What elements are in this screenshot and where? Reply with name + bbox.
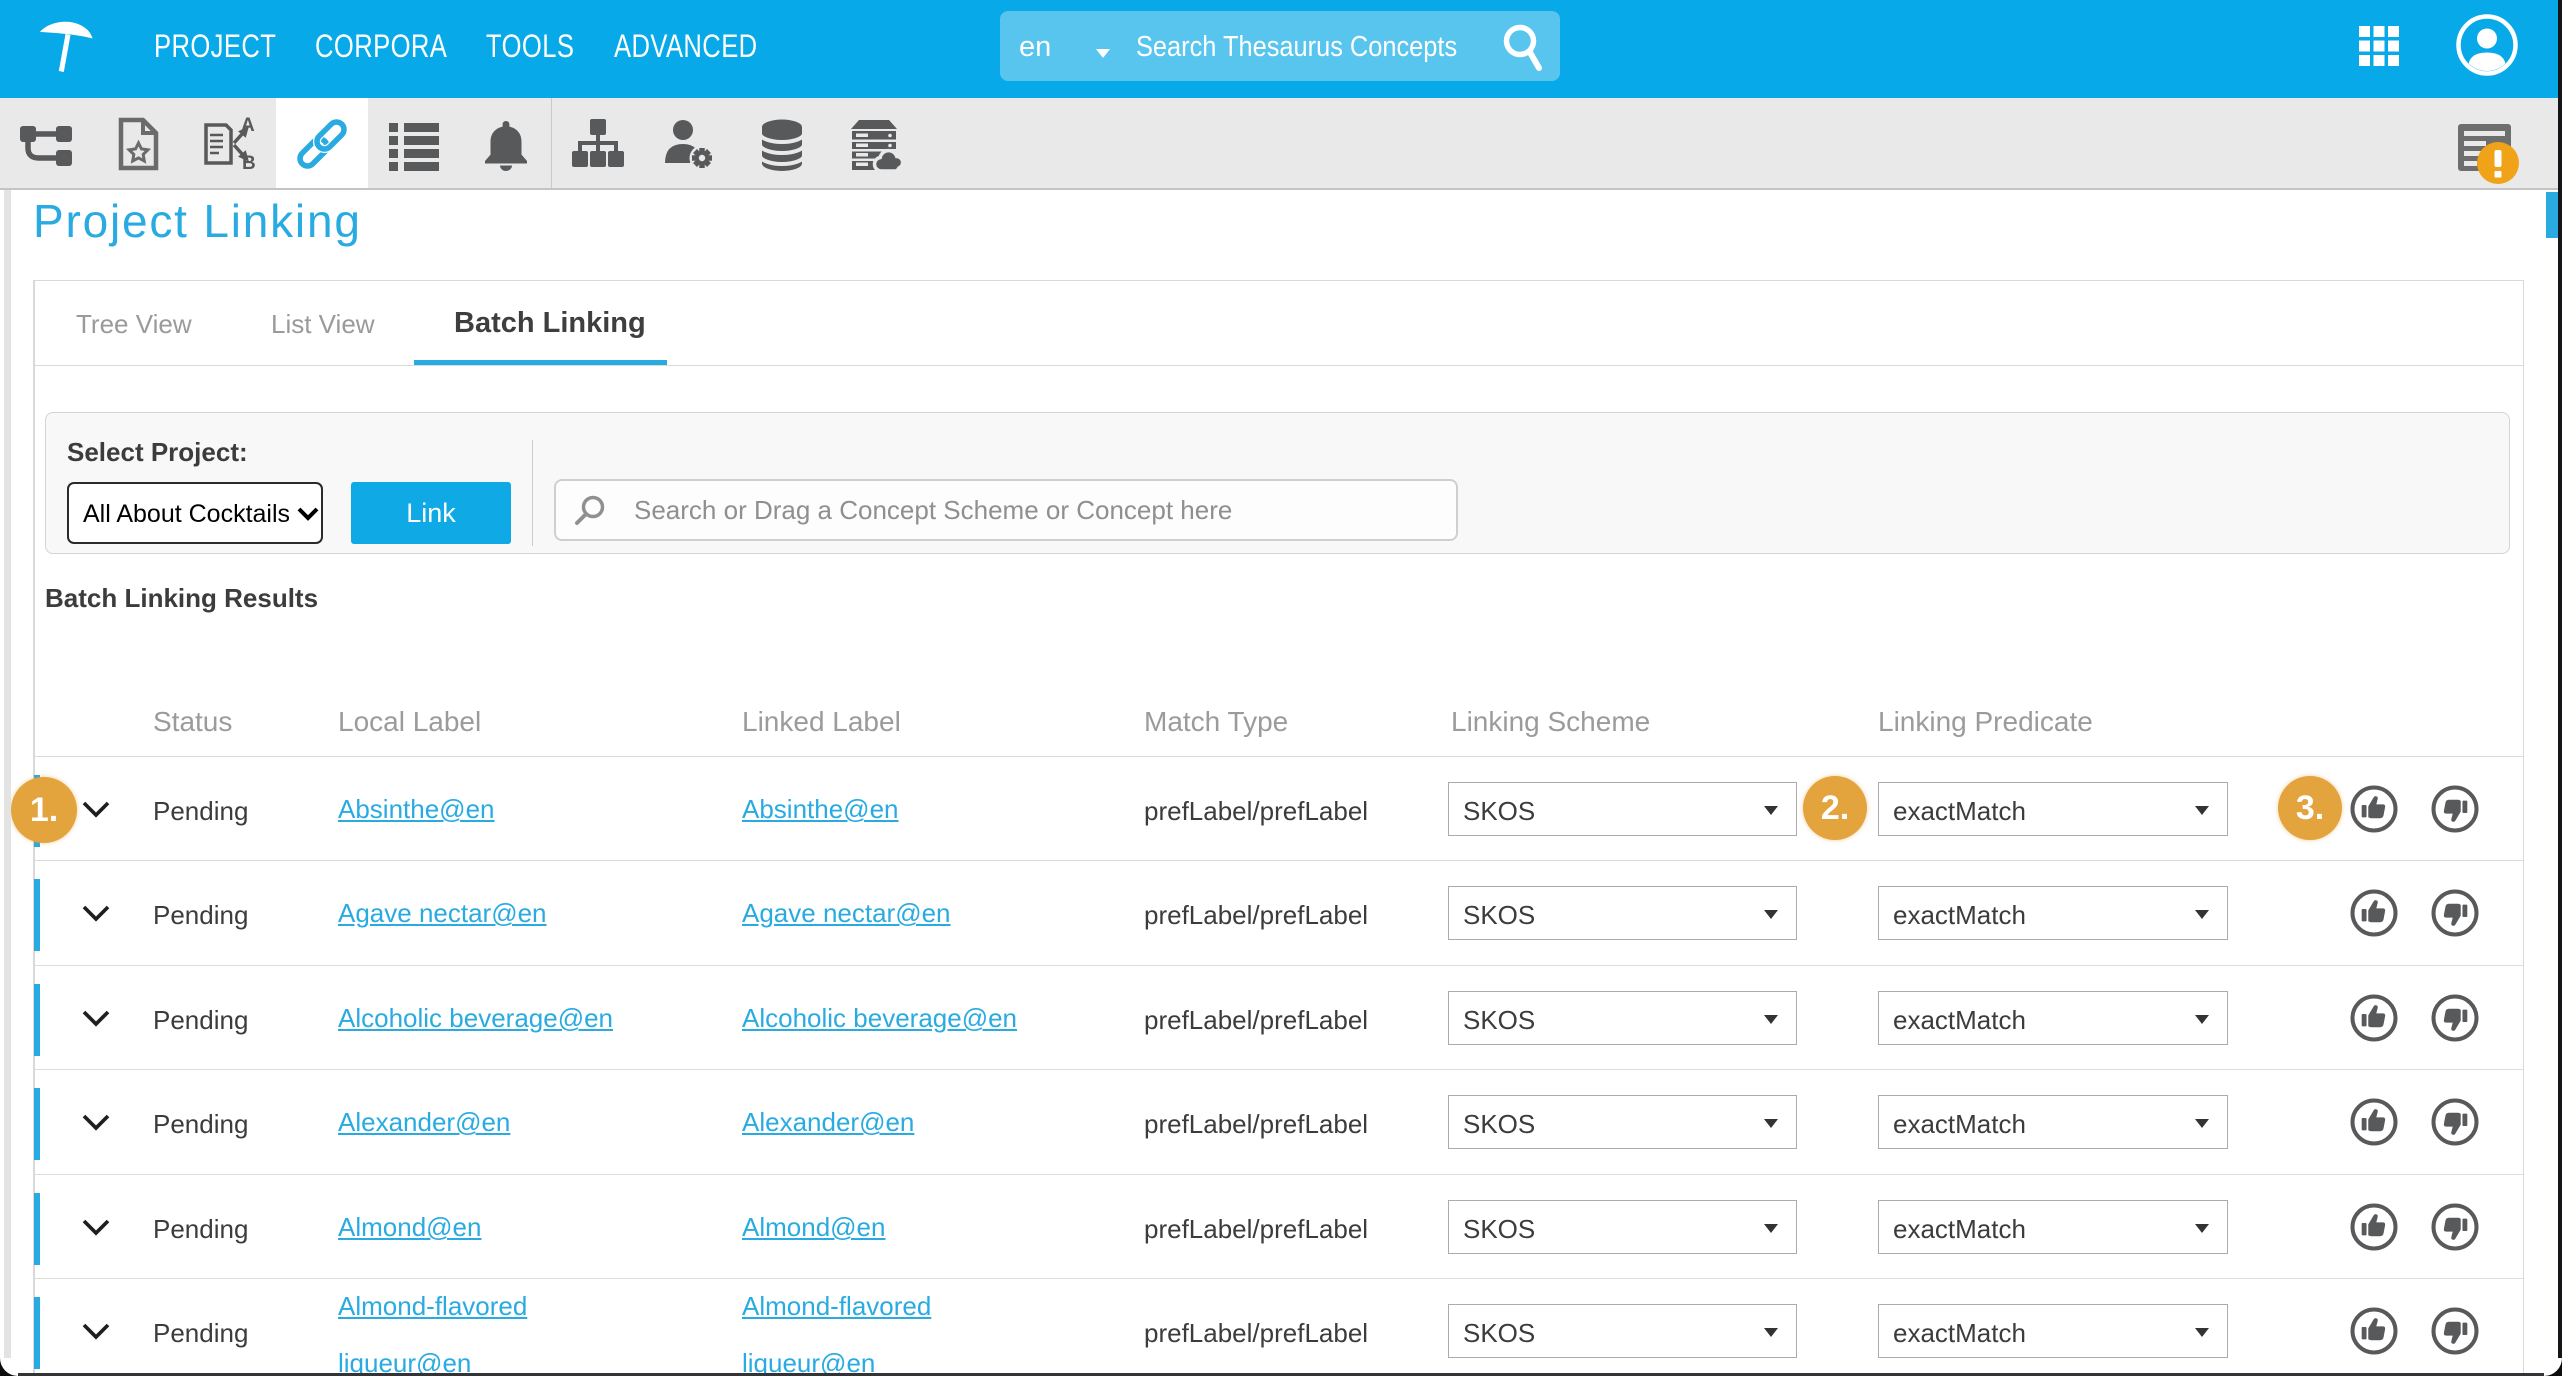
svg-text:B: B	[242, 153, 256, 171]
svg-text:A: A	[241, 117, 255, 136]
